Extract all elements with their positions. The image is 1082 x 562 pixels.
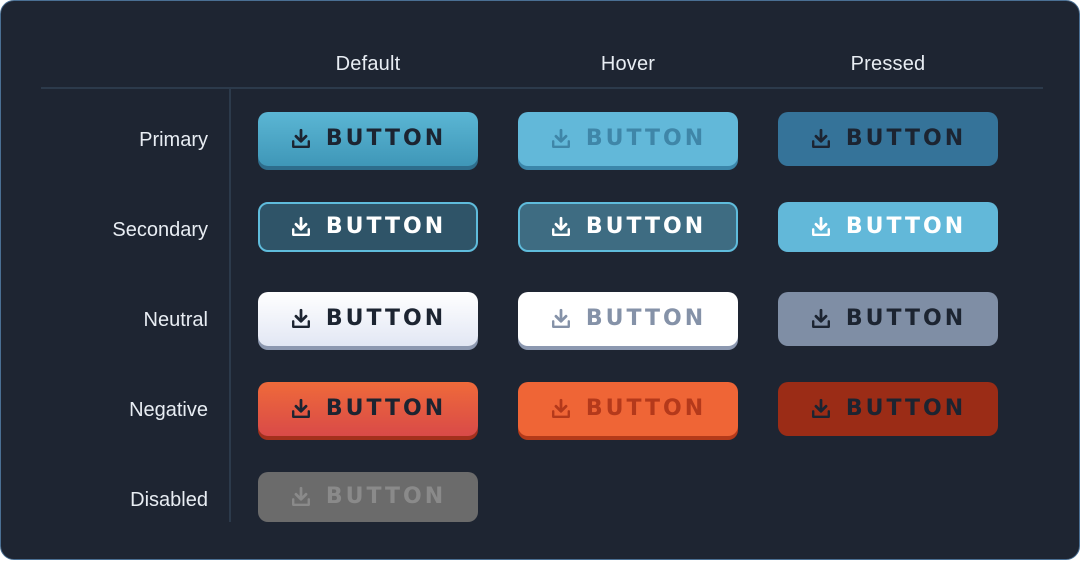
negative-default-button[interactable]: BUTTON (258, 382, 478, 436)
secondary-hover-button[interactable]: BUTTON (518, 202, 738, 252)
download-icon (810, 128, 832, 150)
secondary-pressed-button[interactable]: BUTTON (778, 202, 998, 252)
primary-default-button[interactable]: BUTTON (258, 112, 478, 166)
download-icon (550, 128, 572, 150)
column-header-default: Default (335, 53, 401, 75)
download-icon (290, 308, 312, 330)
secondary-default-button[interactable]: BUTTON (258, 202, 478, 252)
button-label: BUTTON (845, 306, 967, 331)
button-label: BUTTON (325, 126, 447, 151)
button-label: BUTTON (325, 214, 447, 239)
download-icon (810, 216, 832, 238)
button-label: BUTTON (585, 306, 707, 331)
negative-pressed-button[interactable]: BUTTON (778, 382, 998, 436)
row-label-primary: Primary (139, 129, 208, 151)
download-icon (290, 398, 312, 420)
button-label: BUTTON (325, 306, 447, 331)
negative-hover-button[interactable]: BUTTON (518, 382, 738, 436)
neutral-pressed-button[interactable]: BUTTON (778, 292, 998, 346)
column-header-pressed: Pressed (850, 53, 926, 75)
button-label: BUTTON (845, 126, 967, 151)
download-icon (290, 216, 312, 238)
button-label: BUTTON (845, 396, 967, 421)
download-icon (810, 398, 832, 420)
neutral-hover-button[interactable]: BUTTON (518, 292, 738, 346)
button-label: BUTTON (585, 396, 707, 421)
row-label-negative: Negative (129, 399, 208, 421)
primary-pressed-button[interactable]: BUTTON (778, 112, 998, 166)
button-states-panel: Default Hover Pressed Primary Secondary … (0, 0, 1080, 560)
header-divider (41, 87, 1043, 89)
button-label: BUTTON (585, 126, 707, 151)
download-icon (550, 398, 572, 420)
download-icon (290, 128, 312, 150)
row-label-neutral: Neutral (143, 309, 208, 331)
disabled-button: BUTTON (258, 472, 478, 522)
download-icon (550, 216, 572, 238)
button-label: BUTTON (585, 214, 707, 239)
button-label: BUTTON (845, 214, 967, 239)
button-label: BUTTON (325, 396, 447, 421)
download-icon (810, 308, 832, 330)
primary-hover-button[interactable]: BUTTON (518, 112, 738, 166)
column-header-hover: Hover (600, 53, 656, 75)
row-label-secondary: Secondary (112, 219, 208, 241)
download-icon (290, 486, 312, 508)
button-label: BUTTON (325, 484, 447, 509)
neutral-default-button[interactable]: BUTTON (258, 292, 478, 346)
label-column-divider (229, 88, 231, 522)
row-label-disabled: Disabled (130, 489, 208, 511)
download-icon (550, 308, 572, 330)
